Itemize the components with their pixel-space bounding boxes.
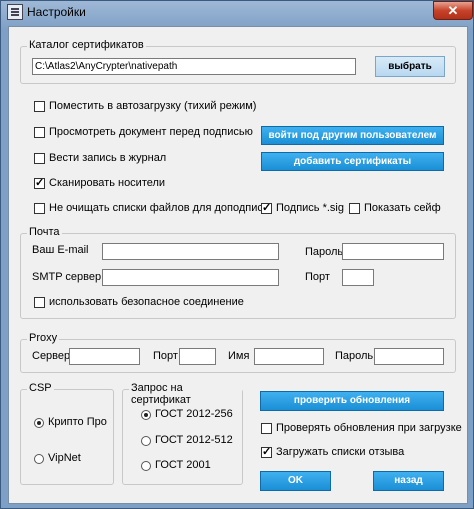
email-input[interactable] [102,243,279,260]
proxy-port-label: Порт [153,350,178,362]
csp-cryptopro-label: Крипто Про [48,416,107,428]
smtp-input[interactable] [102,269,279,286]
proxy-port-input[interactable] [179,348,216,365]
autostart-label: Поместить в автозагрузку (тихий режим) [49,100,257,112]
log-label: Вести запись в журнал [49,152,167,164]
window-title: Настройки [27,5,86,19]
check-updates-on-start-checkbox[interactable] [261,423,272,434]
gost-2012-256-radio[interactable] [141,410,151,420]
csp-cryptopro-radio[interactable] [34,418,44,428]
load-revocation-lists-label: Загружать списки отзыва [276,446,405,458]
load-revocation-lists-checkbox[interactable] [261,445,272,458]
show-safe-checkbox[interactable] [349,203,360,214]
scan-media-label: Сканировать носители [49,177,166,189]
smtp-label: SMTP сервер [32,271,102,283]
proxy-server-input[interactable] [69,348,140,365]
preview-label: Просмотреть документ перед подписью [49,126,253,138]
settings-content: Каталог сертификатов C:\Atlas2\AnyCrypte… [8,26,468,504]
mail-port-label: Порт [305,271,330,283]
csp-group: CSP [20,382,114,485]
login-other-user-button[interactable]: войти под другим пользователем [261,126,444,145]
title-bar[interactable]: Настройки ✕ [1,1,473,23]
catalog-path-input[interactable]: C:\Atlas2\AnyCrypter\nativepath [32,58,356,75]
gost-2012-512-label: ГОСТ 2012-512 [155,434,233,446]
gost-2001-radio[interactable] [141,461,151,471]
secure-connection-label: использовать безопасное соединение [49,296,244,308]
cert-request-group-title: Запрос на сертификат [129,382,242,406]
signature-sig-checkbox[interactable] [261,201,272,214]
mail-password-input[interactable] [342,243,444,260]
csp-vipnet-label: VipNet [48,452,81,464]
email-label: Ваш E-mail [32,244,89,256]
proxy-password-input[interactable] [374,348,444,365]
proxy-name-label: Имя [228,350,250,362]
log-checkbox[interactable] [34,153,45,164]
proxy-group-title: Proxy [27,332,60,344]
catalog-group-title: Каталог сертификатов [27,39,146,51]
csp-group-title: CSP [27,382,54,394]
settings-window: Настройки ✕ Каталог сертификатов C:\Atla… [0,0,474,509]
ok-button[interactable]: OK [260,471,331,491]
close-button[interactable]: ✕ [433,1,473,20]
scan-media-checkbox[interactable] [34,176,45,189]
gost-2001-label: ГОСТ 2001 [155,459,211,471]
check-updates-on-start-label: Проверять обновления при загрузке [276,422,462,434]
secure-connection-checkbox[interactable] [34,297,45,308]
mail-password-label: Пароль [305,246,344,258]
app-icon [7,4,23,20]
mail-group-title: Почта [27,226,62,238]
preview-checkbox[interactable] [34,127,45,138]
csp-vipnet-radio[interactable] [34,454,44,464]
autostart-checkbox[interactable] [34,101,45,112]
select-catalog-button[interactable]: выбрать [375,56,445,77]
back-button[interactable]: назад [373,471,444,491]
proxy-server-label: Сервер [32,350,71,362]
proxy-name-input[interactable] [254,348,324,365]
check-updates-button[interactable]: проверить обновления [260,391,444,411]
gost-2012-512-radio[interactable] [141,436,151,446]
mail-port-input[interactable] [342,269,374,286]
keep-lists-checkbox[interactable] [34,203,45,214]
show-safe-label: Показать сейф [364,202,441,214]
add-certificates-button[interactable]: добавить сертификаты [261,152,444,171]
proxy-password-label: Пароль [335,350,374,362]
keep-lists-label: Не очищать списки файлов для доподписи [49,202,269,214]
signature-sig-label: Подпись *.sig [276,202,344,214]
gost-2012-256-label: ГОСТ 2012-256 [155,408,233,420]
